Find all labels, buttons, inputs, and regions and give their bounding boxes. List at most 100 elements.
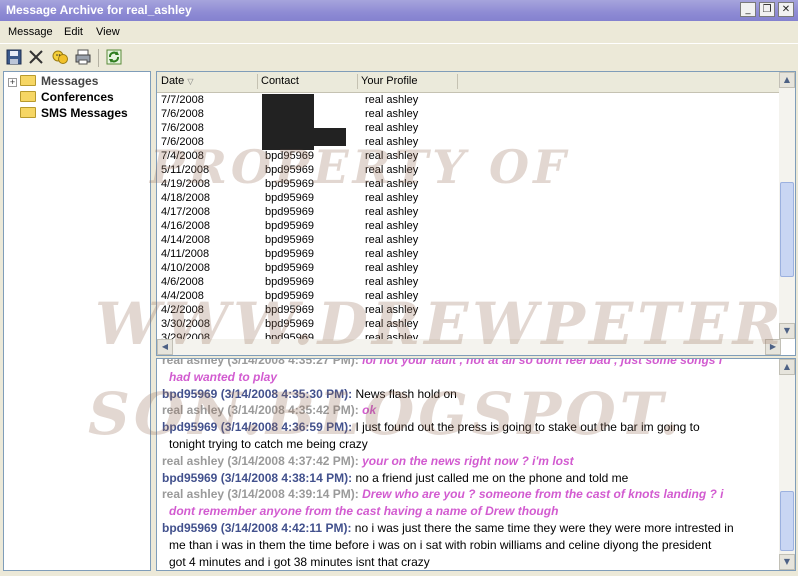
cell-date: 7/7/2008 [161, 94, 204, 106]
cell-date: 4/2/2008 [161, 304, 204, 316]
table-row[interactable]: 4/18/2008 bpd95969 real ashley [157, 192, 781, 206]
chat-line: dont remember anyone from the cast havin… [169, 503, 781, 520]
table-row[interactable]: 4/11/2008 bpd95969 real ashley [157, 248, 781, 262]
cell-contact: bpd95969 [265, 178, 314, 190]
minimize-button[interactable]: _ [740, 2, 756, 17]
column-separator[interactable] [257, 74, 258, 89]
cell-profile: real ashley [365, 304, 419, 316]
cell-date: 7/4/2008 [161, 150, 204, 162]
scroll-left-button[interactable]: ◀ [157, 339, 173, 355]
column-your-profile[interactable]: Your Profile [361, 75, 417, 87]
cell-profile: real ashley [365, 234, 419, 246]
message-text: no i was just there the same time they w… [354, 521, 734, 535]
table-row[interactable]: 4/2/2008 bpd95969 real ashley [157, 304, 781, 318]
cell-contact: bpd95969 [265, 318, 314, 330]
cell-contact: bpd95969 [265, 304, 314, 316]
sender-label: real ashley (3/14/2008 4:35:42 PM): [162, 403, 359, 418]
chat-line: real ashley (3/14/2008 4:35:42 PM): ok [162, 402, 774, 419]
scroll-down-button[interactable]: ▼ [779, 323, 795, 339]
chat-line: bpd95969 (3/14/2008 4:38:14 PM): no a fr… [162, 470, 774, 487]
message-text: I just found out the press is going to s… [355, 420, 700, 435]
cell-contact: bpd95969 [265, 164, 314, 176]
cell-profile: real ashley [365, 108, 419, 120]
cell-profile: real ashley [365, 206, 419, 218]
column-separator[interactable] [457, 74, 458, 89]
table-row[interactable]: 7/6/2008 real ashley [157, 122, 781, 136]
cell-profile: real ashley [365, 164, 419, 176]
save-icon[interactable] [5, 48, 23, 66]
scroll-up-button[interactable]: ▲ [779, 359, 795, 375]
column-contact[interactable]: Contact [261, 75, 299, 87]
table-row[interactable]: 4/6/2008 bpd95969 real ashley [157, 276, 781, 290]
chat-line: real ashley (3/14/2008 4:35:27 PM): lol … [162, 359, 774, 369]
sender-label: bpd95969 (3/14/2008 4:38:14 PM): [162, 470, 353, 485]
chat-line: me than i was in them the time before i … [169, 537, 781, 554]
scroll-down-button[interactable]: ▼ [779, 554, 795, 570]
list-vertical-scrollbar[interactable]: ▲ ▼ [779, 72, 795, 339]
table-row[interactable]: 4/17/2008 bpd95969 real ashley [157, 206, 781, 220]
column-separator[interactable] [357, 74, 358, 89]
cell-date: 7/6/2008 [161, 136, 204, 148]
cell-profile: real ashley [365, 192, 419, 204]
table-row[interactable]: 4/10/2008 bpd95969 real ashley [157, 262, 781, 276]
sender-label: real ashley (3/14/2008 4:37:42 PM): [162, 453, 359, 468]
list-header: Date ▽ Contact Your Profile [157, 72, 781, 93]
menu-edit[interactable]: Edit [64, 26, 83, 38]
cell-date: 4/18/2008 [161, 192, 210, 204]
cell-date: 5/11/2008 [161, 164, 210, 176]
toolbar-separator [98, 49, 99, 67]
table-row[interactable]: 5/11/2008 bpd95969 real ashley [157, 164, 781, 178]
expand-icon[interactable]: + [8, 78, 17, 87]
chat-line: real ashley (3/14/2008 4:37:42 PM): your… [162, 453, 774, 470]
list-horizontal-scrollbar[interactable]: ◀ ▶ [157, 339, 781, 355]
delete-icon[interactable] [27, 48, 45, 66]
scroll-thumb[interactable] [780, 182, 794, 277]
message-text: me than i was in them the time before i … [169, 537, 712, 552]
menu-view[interactable]: View [96, 26, 120, 38]
cell-profile: real ashley [365, 136, 419, 148]
chat-vertical-scrollbar[interactable]: ▲ ▼ [779, 359, 795, 570]
scroll-right-button[interactable]: ▶ [765, 339, 781, 355]
cell-profile: real ashley [365, 248, 419, 260]
message-text: your on the news right now ? i'm lost [362, 453, 574, 468]
menu-message[interactable]: Message [8, 26, 53, 38]
cell-contact: bpd95969 [265, 220, 314, 232]
scroll-thumb[interactable] [780, 491, 794, 551]
refresh-icon[interactable] [105, 48, 123, 66]
table-row[interactable]: 7/6/2008 real ashley [157, 108, 781, 122]
table-row[interactable]: 7/4/2008 bpd95969 real ashley [157, 150, 781, 164]
table-row[interactable]: 4/4/2008 bpd95969 real ashley [157, 290, 781, 304]
cell-profile: real ashley [365, 262, 419, 274]
tree-node-sms-messages[interactable]: SMS Messages [20, 106, 128, 121]
table-row[interactable]: 4/16/2008 bpd95969 real ashley [157, 220, 781, 234]
table-row[interactable]: 4/19/2008 bpd95969 real ashley [157, 178, 781, 192]
cell-profile: real ashley [365, 178, 419, 190]
toolbar [0, 43, 798, 70]
table-row[interactable]: 3/30/2008 bpd95969 real ashley [157, 318, 781, 332]
folder-icon [20, 75, 36, 86]
cell-profile: real ashley [365, 122, 419, 134]
menu-bar: Message Edit View [0, 22, 798, 42]
message-text: had wanted to play [169, 369, 278, 384]
cell-date: 4/10/2008 [161, 262, 210, 274]
restore-button[interactable]: ❐ [759, 2, 775, 17]
cell-contact: bpd95969 [265, 276, 314, 288]
print-icon[interactable] [74, 48, 92, 66]
folder-tree: + Messages Conferences SMS Messages [3, 71, 151, 571]
scroll-up-button[interactable]: ▲ [779, 72, 795, 88]
users-icon[interactable] [51, 48, 69, 66]
table-row[interactable]: 7/6/2008 real ashley [157, 136, 781, 150]
cell-date: 7/6/2008 [161, 122, 204, 134]
window-title: Message Archive for real_ashley [6, 3, 192, 17]
table-row[interactable]: 4/14/2008 bpd95969 real ashley [157, 234, 781, 248]
message-text: got 4 minutes and i got 38 minutes isnt … [169, 554, 430, 569]
tree-node-conferences[interactable]: Conferences [20, 90, 114, 105]
sender-label: bpd95969 (3/14/2008 4:35:30 PM): [162, 386, 353, 401]
cell-contact: bpd95969 [265, 262, 314, 274]
table-row[interactable]: 7/7/2008 real ashley [157, 94, 781, 108]
tree-node-messages[interactable]: + Messages [8, 74, 98, 89]
column-date[interactable]: Date ▽ [161, 75, 193, 87]
conversation-view: real ashley (3/14/2008 4:35:27 PM): lol … [156, 358, 796, 571]
close-button[interactable]: ✕ [778, 2, 794, 17]
sender-label: real ashley (3/14/2008 4:39:14 PM): [162, 487, 359, 502]
